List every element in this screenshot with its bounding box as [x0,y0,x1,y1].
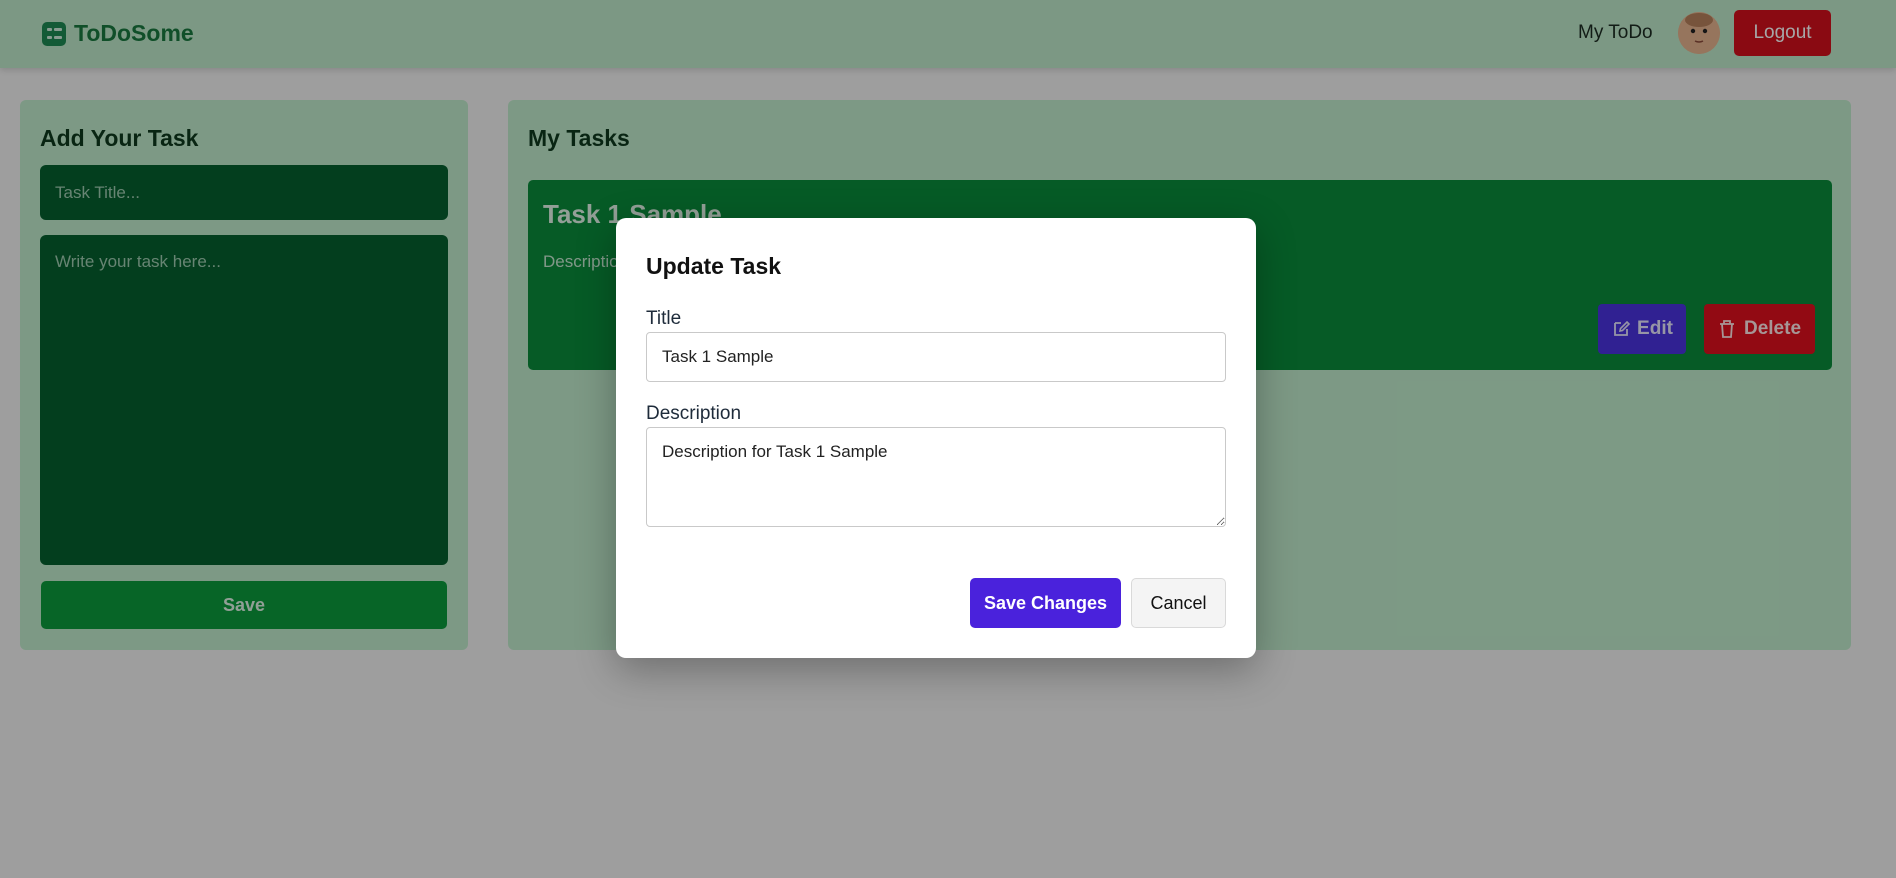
modal-title: Update Task [646,253,782,279]
description-field[interactable]: Description for Task 1 Sample [646,427,1226,527]
title-field[interactable] [646,332,1226,382]
page: ToDoSome My ToDo Logout Add Your Task Sa… [0,0,1896,878]
title-label: Title [646,308,682,329]
update-task-modal: Update Task Title Description Descriptio… [616,218,1256,658]
save-changes-button[interactable]: Save Changes [970,578,1121,628]
cancel-button[interactable]: Cancel [1131,578,1226,628]
description-label: Description [646,403,742,424]
